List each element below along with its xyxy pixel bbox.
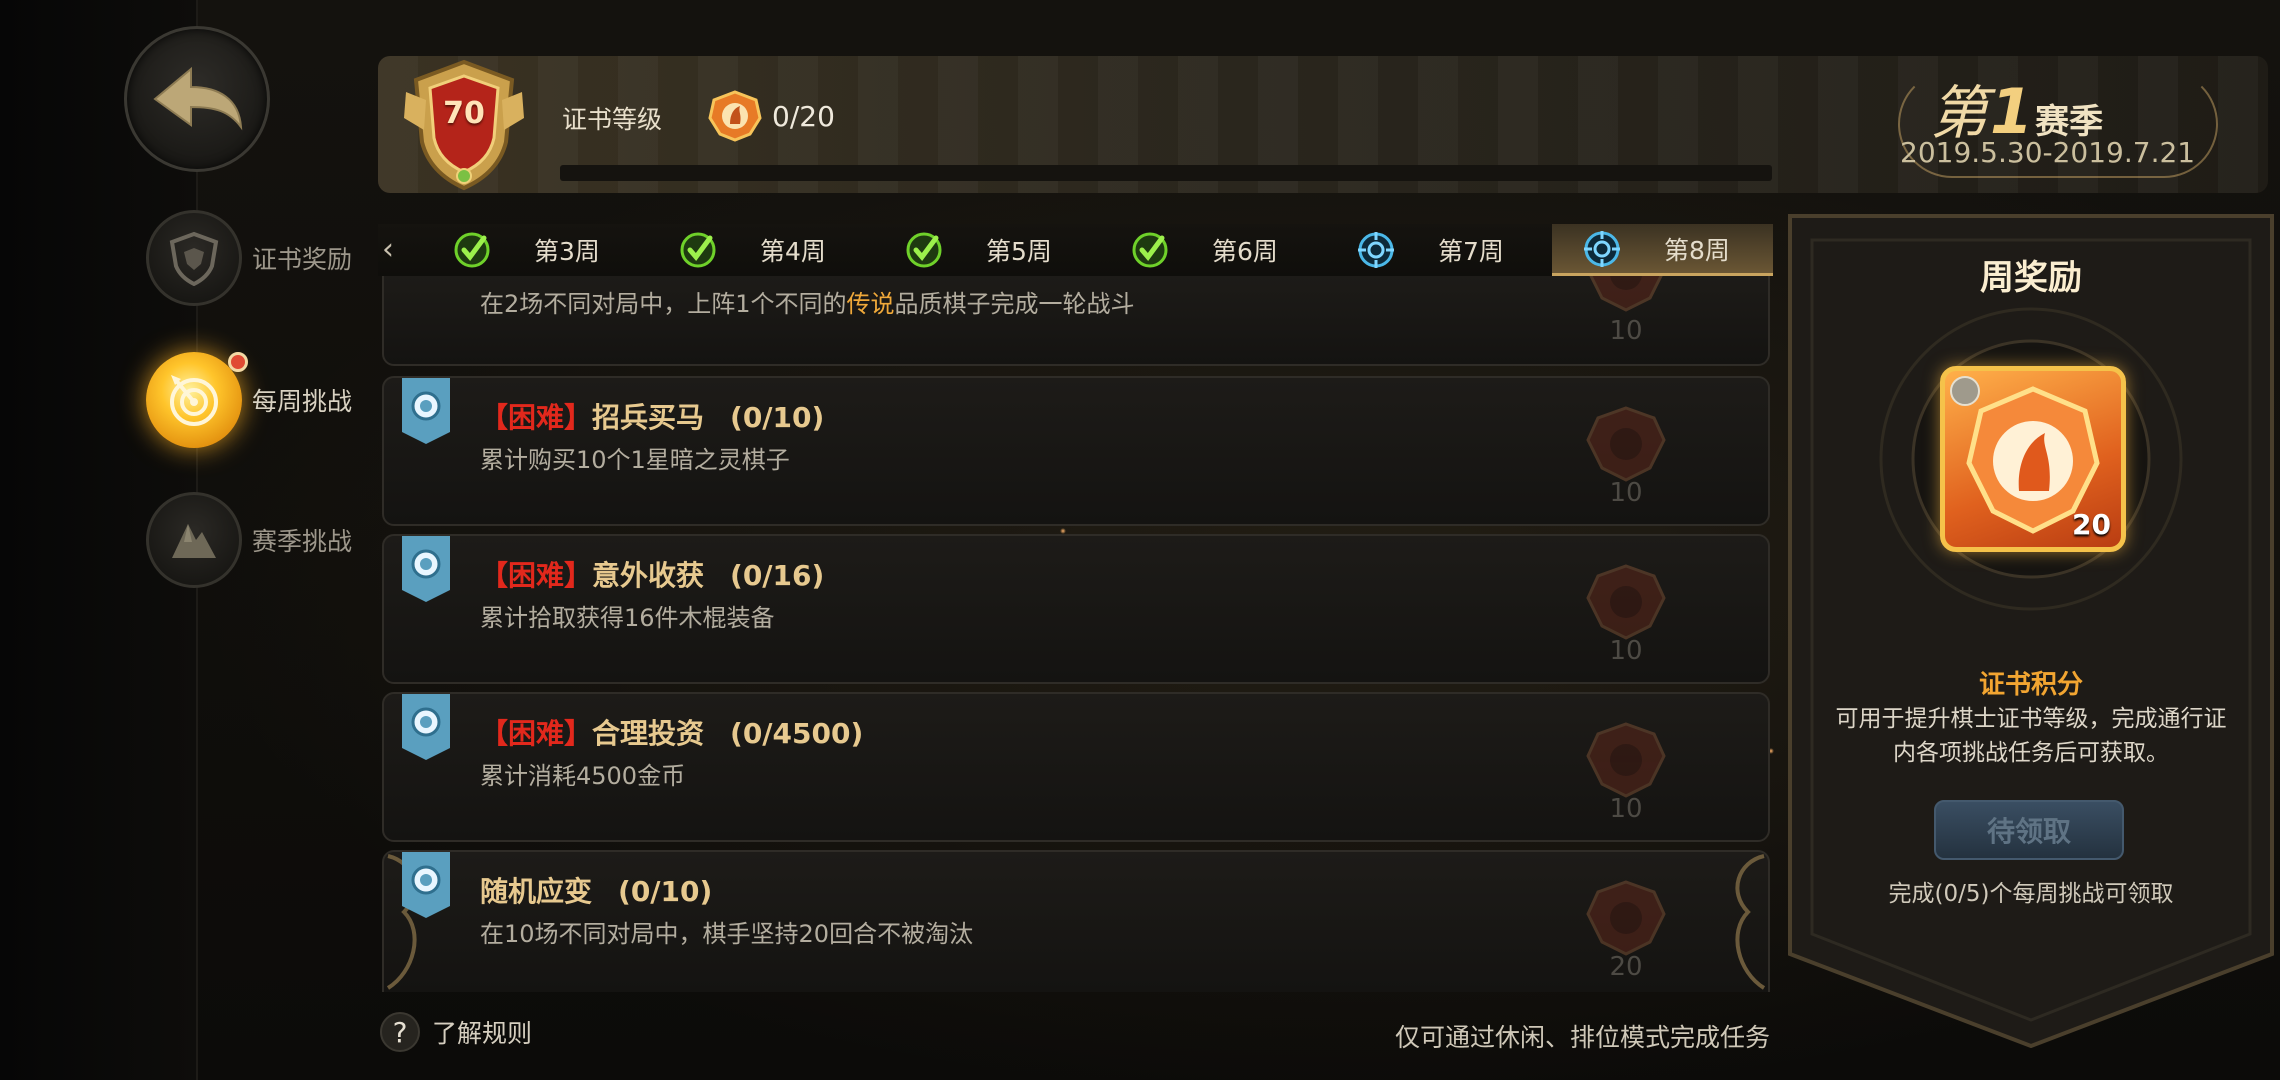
task-ribbon-icon — [402, 852, 450, 918]
task-title: 【困难】招兵买马 (0/10) — [480, 396, 824, 436]
task-card[interactable]: 【困难】合理投资 (0/4500) 累计消耗4500金币 10 — [382, 692, 1770, 842]
task-ribbon-icon — [402, 536, 450, 602]
check-icon — [454, 232, 490, 268]
check-icon — [1132, 232, 1168, 268]
task-description: 累计拾取获得16件木棍装备 — [480, 604, 775, 632]
cert-level-number: 70 — [443, 96, 485, 131]
task-name: 合理投资 — [592, 717, 705, 750]
difficulty-tag: 【困难】 — [480, 401, 593, 434]
ornament-corner-icon — [1735, 854, 1766, 990]
weekly-reward-panel: 周奖励 20 证书积分 可用于提升棋士证书等级，完成通行证内各项挑战任务后可获取… — [1788, 214, 2274, 1048]
task-card[interactable]: 随机应变 (0/10) 在10场不同对局中，棋手坚持20回合不被淘汰 20 — [382, 850, 1770, 992]
back-button[interactable] — [124, 26, 270, 172]
chess-token-icon — [706, 90, 764, 142]
reward-medal-icon — [1586, 564, 1666, 640]
rules-label: 了解规则 — [432, 1019, 533, 1048]
panel-banner-frame — [1788, 214, 2274, 1048]
task-title: 随机应变 (0/10) — [480, 870, 712, 910]
tab-label: 第5周 — [986, 237, 1052, 266]
tab-label: 第8周 — [1664, 235, 1730, 265]
sidebar-item-label: 证书奖励 — [252, 245, 353, 274]
tabs-scroll-left-icon[interactable]: ‹ — [382, 232, 394, 267]
mountain-icon — [146, 492, 242, 588]
back-arrow-icon — [153, 66, 243, 131]
check-icon — [906, 232, 942, 268]
panel-title: 周奖励 — [1980, 258, 2082, 298]
reward-medal-icon — [1589, 276, 1663, 312]
claim-hint: 完成(0/5)个每周挑战可领取 — [1888, 881, 2174, 907]
tab-label: 第3周 — [534, 237, 600, 266]
crosshair-icon — [1584, 230, 1620, 267]
tab-week-5[interactable]: 第5周 — [904, 224, 1104, 276]
reward-item-count: 20 — [2072, 508, 2111, 541]
tab-week-8[interactable]: 第8周 — [1552, 224, 1773, 276]
task-progress: (0/10) — [730, 401, 825, 434]
cert-points-label: 证书积分 — [1978, 670, 2083, 700]
task-name: 意外收获 — [592, 559, 705, 592]
tab-week-7[interactable]: 第7周 — [1356, 224, 1556, 276]
xp-progress-bar — [560, 165, 1772, 181]
task-description: 累计购买10个1星暗之灵棋子 — [480, 446, 790, 474]
task-desc-text: 品质棋子完成一轮战斗 — [894, 290, 1135, 318]
task-reward-value: 10 — [1609, 478, 1643, 508]
tab-label: 第6周 — [1212, 237, 1278, 266]
task-description: 在10场不同对局中，棋手坚持20回合不被淘汰 — [480, 920, 974, 948]
sidebar-item-cert-rewards[interactable]: 证书奖励 — [146, 210, 352, 306]
legend-quality-highlight: 传说 — [846, 290, 895, 318]
task-name: 随机应变 — [480, 875, 593, 908]
sidebar-item-weekly-challenge[interactable]: 每周挑战 — [146, 352, 352, 448]
shield-icon — [146, 210, 242, 306]
tab-label: 第4周 — [760, 237, 826, 266]
task-progress: (0/10) — [618, 875, 713, 908]
task-card[interactable]: 在2场不同对局中，上阵1个不同的传说品质棋子完成一轮战斗 10 — [382, 276, 1770, 366]
task-progress: (0/4500) — [730, 717, 864, 750]
task-progress: (0/16) — [730, 559, 825, 592]
task-title: 【困难】合理投资 (0/4500) — [480, 712, 863, 752]
task-reward-value: 10 — [1609, 636, 1643, 666]
task-card[interactable]: 【困难】意外收获 (0/16) 累计拾取获得16件木棍装备 10 — [382, 534, 1770, 684]
task-reward-value: 20 — [1609, 952, 1643, 982]
claim-button[interactable]: 待领取 — [1934, 800, 2124, 860]
reward-medal-icon — [1586, 880, 1666, 956]
crosshair-icon — [1358, 232, 1394, 268]
sidebar-item-label: 每周挑战 — [252, 387, 353, 416]
help-icon: ? — [380, 1012, 420, 1052]
task-card[interactable]: 【困难】招兵买马 (0/10) 累计购买10个1星暗之灵棋子 10 — [382, 376, 1770, 526]
level-badge: 70 — [402, 58, 526, 192]
sidebar-item-season-challenge[interactable]: 赛季挑战 — [146, 492, 352, 588]
sidebar-item-label: 赛季挑战 — [252, 527, 353, 556]
tab-week-3[interactable]: 第3周 — [452, 224, 652, 276]
task-description: 在2场不同对局中，上阵1个不同的传说品质棋子完成一轮战斗 — [480, 284, 1135, 319]
mode-note: 仅可通过休闲、排位模式完成任务 — [1394, 1023, 1770, 1052]
task-ribbon-icon — [402, 378, 450, 444]
reward-item-card[interactable]: 20 — [1940, 366, 2126, 552]
reward-medal-icon — [1586, 722, 1666, 798]
task-description: 累计消耗4500金币 — [480, 762, 686, 790]
tab-week-4[interactable]: 第4周 — [678, 224, 878, 276]
task-ribbon-icon — [402, 694, 450, 760]
task-title: 【困难】意外收获 (0/16) — [480, 554, 824, 594]
token-progress: 0/20 — [772, 100, 835, 133]
task-desc-text: 在2场不同对局中，上阵1个不同的 — [480, 290, 847, 318]
task-reward-value: 10 — [1609, 794, 1643, 824]
cert-level-label: 证书等级 — [562, 105, 663, 134]
reward-medal-icon — [1586, 406, 1666, 482]
tab-label: 第7周 — [1438, 237, 1504, 266]
check-icon — [680, 232, 716, 268]
target-icon — [146, 352, 242, 448]
task-reward-value: 10 — [1609, 316, 1643, 346]
season-dates: 2019.5.30-2019.7.21 — [1900, 136, 2196, 169]
task-name: 招兵买马 — [592, 401, 705, 434]
tab-week-6[interactable]: 第6周 — [1130, 224, 1330, 276]
cert-points-description: 可用于提升棋士证书等级，完成通行证内各项挑战任务后可获取。 — [1835, 706, 2227, 766]
difficulty-tag: 【困难】 — [480, 717, 593, 750]
notification-dot — [228, 352, 248, 372]
difficulty-tag: 【困难】 — [480, 559, 593, 592]
rules-link[interactable]: ? 了解规则 — [380, 1012, 532, 1052]
